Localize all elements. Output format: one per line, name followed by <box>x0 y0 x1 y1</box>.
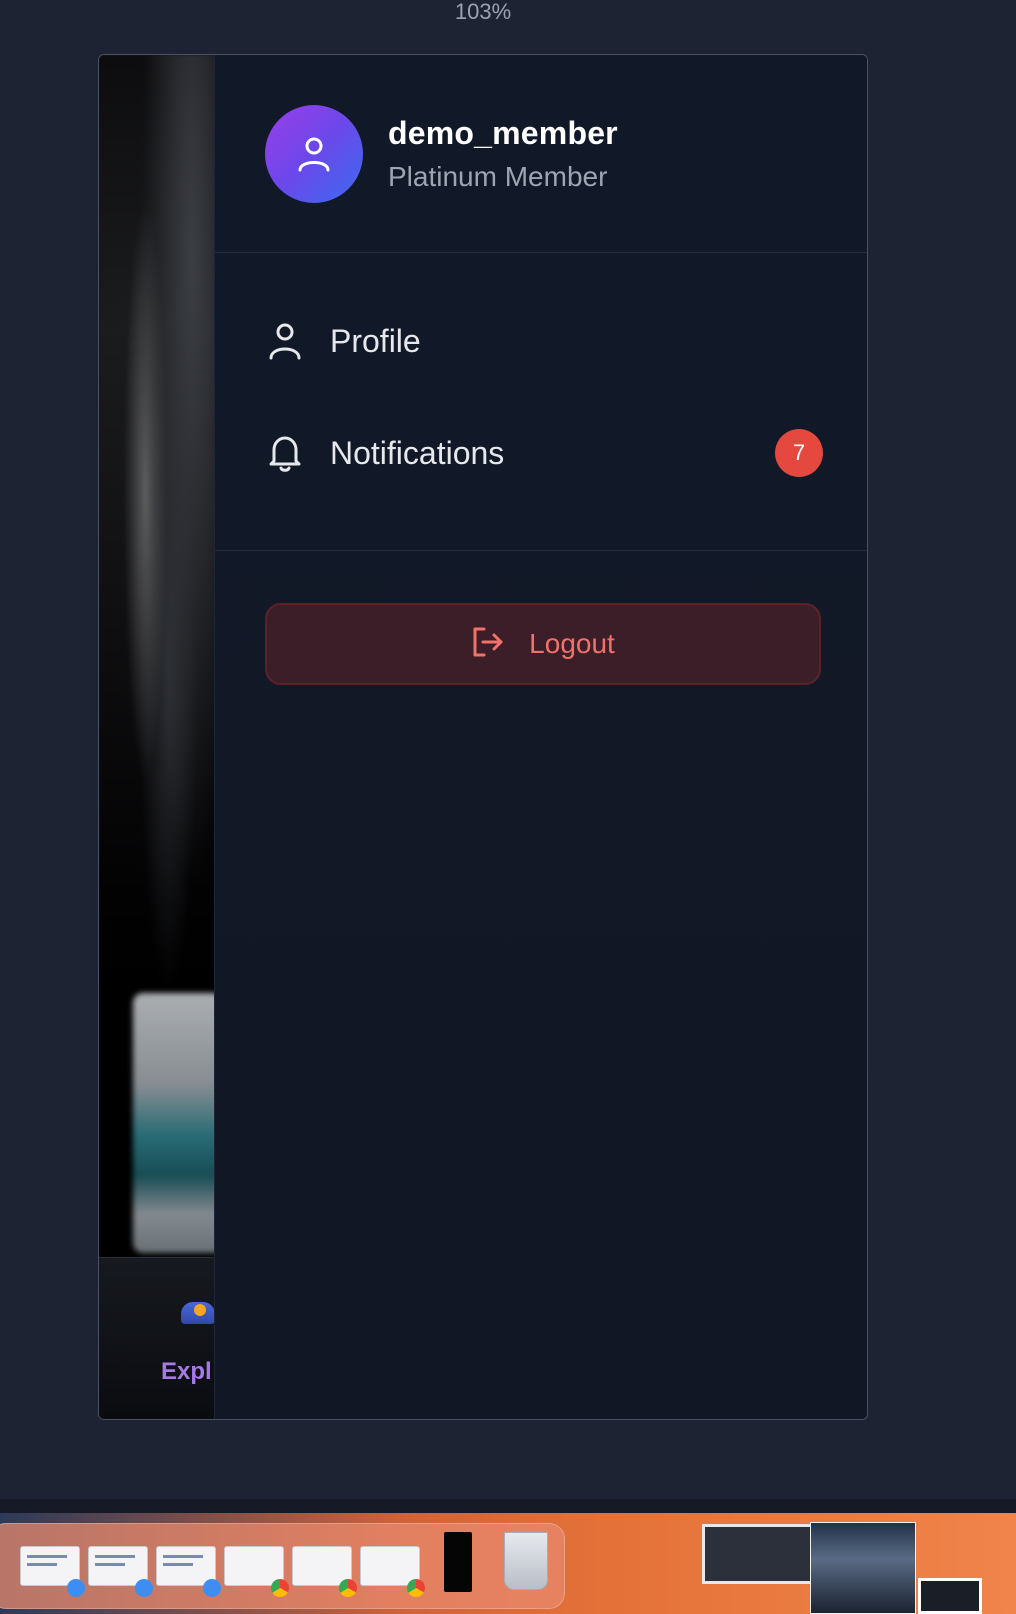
app-window: Expl demo_member Platinum Member Profile… <box>98 54 868 1420</box>
user-header: demo_member Platinum Member <box>215 55 867 253</box>
bell-icon <box>265 433 305 473</box>
side-drawer: demo_member Platinum Member Profile Noti… <box>214 55 867 1419</box>
finder-window-icon[interactable] <box>20 1546 85 1597</box>
background-bottom-nav: Expl <box>99 1257 215 1419</box>
explore-label: Expl <box>161 1358 212 1385</box>
menu-item-label: Notifications <box>330 434 505 471</box>
user-icon <box>265 321 305 361</box>
menu-item-notifications[interactable]: Notifications 7 <box>215 413 867 493</box>
menu-item-profile[interactable]: Profile <box>215 301 867 381</box>
menu-item-label: Profile <box>330 322 421 359</box>
logout-label: Logout <box>529 628 615 659</box>
zoom-level: 103% <box>454 0 512 24</box>
finder-window-icon[interactable] <box>88 1546 153 1597</box>
explore-icon <box>181 1302 215 1324</box>
logout-button[interactable]: Logout <box>265 603 821 685</box>
membership-tier: Platinum Member <box>388 161 608 192</box>
background-card-image <box>133 993 223 1253</box>
trash-icon[interactable] <box>504 1532 548 1590</box>
preview-icon[interactable] <box>444 1532 472 1592</box>
avatar <box>265 105 363 203</box>
chrome-window-icon[interactable] <box>224 1546 289 1597</box>
finder-window-icon[interactable] <box>156 1546 221 1597</box>
menu-section: Profile Notifications 7 <box>215 253 867 551</box>
chrome-window-icon[interactable] <box>360 1546 425 1597</box>
logout-icon <box>471 626 505 663</box>
window-thumbnails <box>702 1522 918 1614</box>
user-avatar-icon <box>298 137 330 172</box>
window-thumbnail[interactable] <box>918 1578 982 1614</box>
window-thumbnail[interactable] <box>810 1522 916 1614</box>
chrome-window-icon[interactable] <box>292 1546 357 1597</box>
window-thumbnail[interactable] <box>702 1524 820 1584</box>
notification-count-badge: 7 <box>775 429 823 477</box>
username: demo_member <box>388 115 618 151</box>
